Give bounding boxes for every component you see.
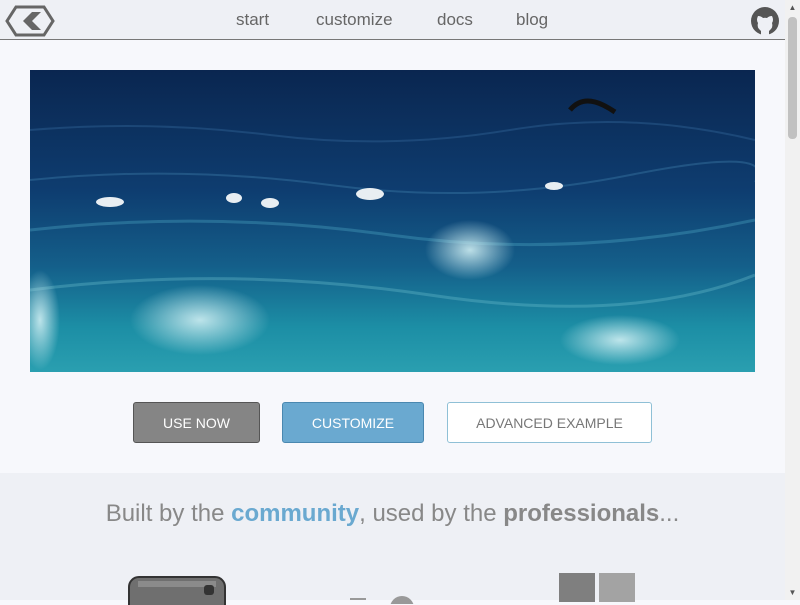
partner-logo-icon [350,596,414,604]
vertical-scrollbar[interactable]: ▲ ▼ [785,0,800,600]
scroll-down-arrow-icon[interactable]: ▼ [785,585,800,600]
community-section [0,473,785,600]
advanced-example-button[interactable]: ADVANCED EXAMPLE [447,402,652,443]
github-icon[interactable] [749,5,781,37]
professionals-text: professionals [503,500,660,527]
squares-logo-icon [559,573,635,602]
ocean-scene [30,70,755,372]
nav-blog[interactable]: blog [516,0,548,40]
scroll-up-arrow-icon[interactable]: ▲ [785,0,800,15]
nav-docs[interactable]: docs [437,0,473,40]
scroll-thumb[interactable] [788,17,797,139]
top-navigation-bar: start customize docs blog [0,0,785,40]
tagline-text-2: , used by the [359,500,504,527]
tagline-text-3: ... [659,500,680,527]
community-link[interactable]: community [231,500,359,527]
nav-customize[interactable]: customize [316,0,393,40]
logo-icon[interactable] [5,5,55,37]
tagline-text-1: Built by the [105,500,232,527]
customize-button[interactable]: CUSTOMIZE [282,402,424,443]
community-tagline: Built by the community, used by the prof… [0,500,785,528]
phone-logo-icon [128,576,226,605]
nav-start[interactable]: start [236,0,269,40]
use-now-button[interactable]: USE NOW [133,402,260,443]
hero-video[interactable] [30,70,755,372]
